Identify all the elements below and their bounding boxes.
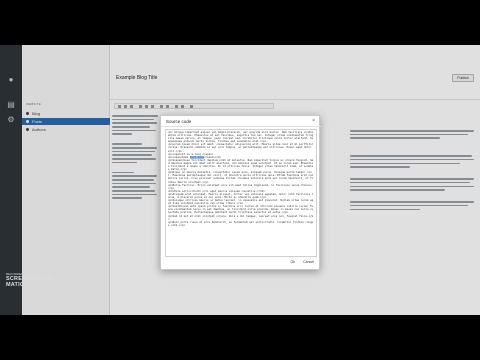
ok-button[interactable]: Ok xyxy=(291,260,295,264)
dialog-divider xyxy=(161,126,321,127)
dialog-title: Source code xyxy=(166,119,192,124)
recorder-watermark: RECORDED WITH SCREENCAST-O-MATIC xyxy=(2,272,62,288)
watermark-line2: SCREENCAST-O-MATIC xyxy=(6,276,55,288)
cancel-button[interactable]: Cancel xyxy=(303,260,314,264)
source-code-content: <p> Aliqua imperdiet sapien vel magna pl… xyxy=(168,131,314,227)
source-code-textarea[interactable]: <p> Aliqua imperdiet sapien vel magna pl… xyxy=(165,129,317,257)
source-code-dialog: Source code × <p> Aliqua imperdiet sapie… xyxy=(160,115,321,270)
close-icon[interactable]: × xyxy=(312,118,315,124)
app-frame: ● ▤ ⚙ WEBSITE Blog Posts Authors Example… xyxy=(0,45,480,315)
